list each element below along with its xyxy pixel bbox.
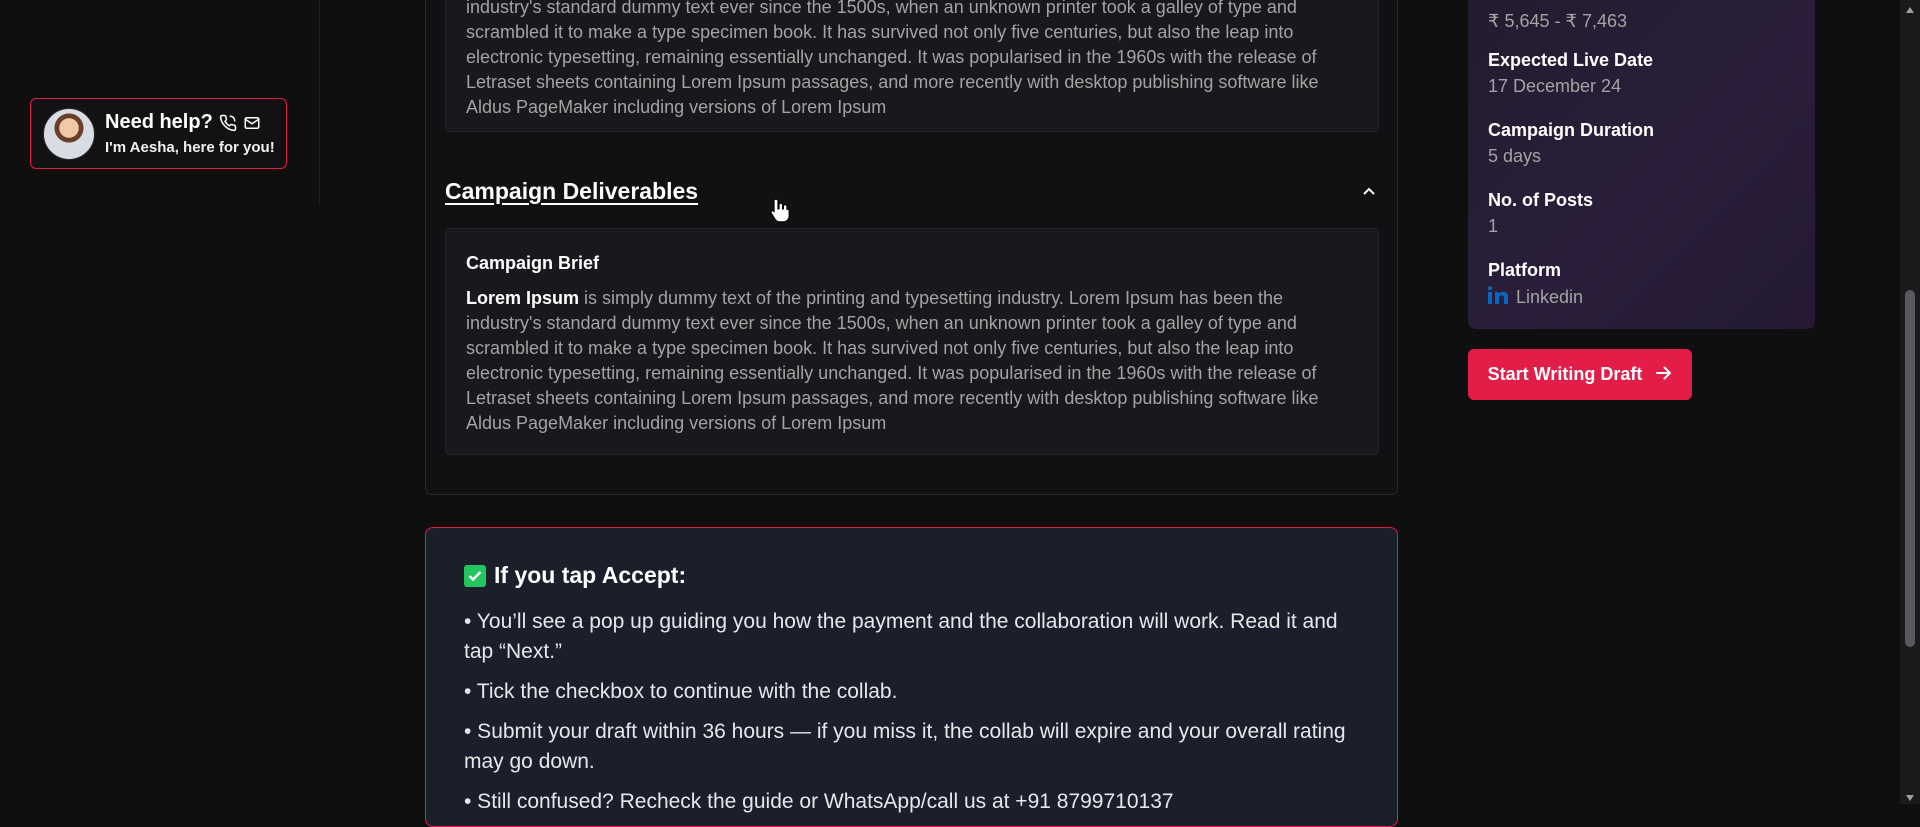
brief-line: industry's standard dummy text ever sinc… [466,313,1297,333]
scrollbar-thumb[interactable] [1905,290,1915,647]
brief-line: Aldus PageMaker including versions of Lo… [466,413,887,433]
scroll-up-arrow-icon[interactable] [1904,2,1916,13]
description-line: electronic typesetting, remaining essent… [466,47,1317,67]
duration-row: Campaign Duration 5 days [1488,120,1654,167]
start-writing-draft-button[interactable]: Start Writing Draft [1468,349,1692,400]
platform-value: Linkedin [1516,287,1584,307]
platform-row: Platform Linkedin [1488,260,1583,309]
platform-value-row: Linkedin [1488,286,1583,309]
left-rail-divider [319,0,320,205]
chevron-up-icon[interactable] [1359,181,1379,201]
live-date-row: Expected Live Date 17 December 24 [1488,50,1653,97]
platform-label: Platform [1488,260,1562,280]
accept-list: • You’ll see a pop up guiding you how th… [464,607,1363,817]
campaign-deliverables-header[interactable]: Campaign Deliverables [445,176,1379,206]
brief-line: Lorem Ipsum is simply dummy text of the … [466,286,1358,311]
duration-value: 5 days [1488,146,1542,166]
list-item: • Still confused? Recheck the guide or W… [464,790,1174,813]
hand-cursor-icon [770,197,790,228]
brief-line: Letraset sheets containing Lorem Ipsum p… [466,388,1319,408]
campaign-deliverables-title[interactable]: Campaign Deliverables [445,178,698,205]
budget-row: ₹ 5,645 - ₹ 7,463 [1488,6,1627,32]
posts-value: 1 [1488,216,1499,236]
phone-icon[interactable] [219,114,237,132]
campaign-brief-box: Campaign Brief Lorem Ipsum is simply dum… [445,228,1379,455]
live-date-value: 17 December 24 [1488,76,1622,96]
live-date-label: Expected Live Date [1488,50,1654,70]
linkedin-icon [1488,286,1510,309]
brief-line: scrambled it to make a type specimen boo… [466,338,1294,358]
posts-row: No. of Posts 1 [1488,190,1593,237]
posts-label: No. of Posts [1488,190,1594,210]
brief-lead: Lorem Ipsum [466,288,580,308]
list-item: • Tick the checkbox to continue with the… [464,680,898,703]
start-writing-draft-label: Start Writing Draft [1487,364,1643,384]
list-item: • Submit your draft within 36 hours — if… [464,720,1346,773]
campaign-brief-title: Campaign Brief [466,253,600,273]
budget-value: ₹ 5,645 - ₹ 7,463 [1488,11,1627,31]
help-subtitle: I'm Aesha, here for you! [105,139,275,156]
description-line: Aldus PageMaker including versions of Lo… [466,97,887,117]
arrow-right-icon [1656,364,1672,385]
mail-icon[interactable] [243,114,261,132]
campaign-details-card: ₹ 5,645 - ₹ 7,463 Expected Live Date 17 … [1468,0,1815,329]
brief-line-rest: is simply dummy text of the printing and… [579,288,1284,308]
description-line: industry's standard dummy text ever sinc… [466,0,1297,17]
help-title: Need help? [105,111,213,133]
description-box: industry's standard dummy text ever sinc… [445,0,1379,132]
description-line: scrambled it to make a type specimen boo… [466,22,1294,42]
accept-title: If you tap Accept: [494,562,687,588]
accept-instructions: If you tap Accept: • You’ll see a pop up… [425,527,1398,827]
brief-line: electronic typesetting, remaining essent… [466,363,1317,383]
need-help-card[interactable]: Need help? I'm Aesha, here for you! [30,98,287,169]
duration-label: Campaign Duration [1488,120,1655,140]
list-item: • You’ll see a pop up guiding you how th… [464,610,1338,663]
help-title-row: Need help? [105,111,275,134]
scroll-down-arrow-icon[interactable] [1904,790,1916,801]
description-line: Letraset sheets containing Lorem Ipsum p… [466,72,1319,92]
check-icon [464,564,486,587]
accept-title-row: If you tap Accept: [464,562,1363,589]
help-text: Need help? I'm Aesha, here for you! [105,111,275,156]
avatar [43,107,95,160]
